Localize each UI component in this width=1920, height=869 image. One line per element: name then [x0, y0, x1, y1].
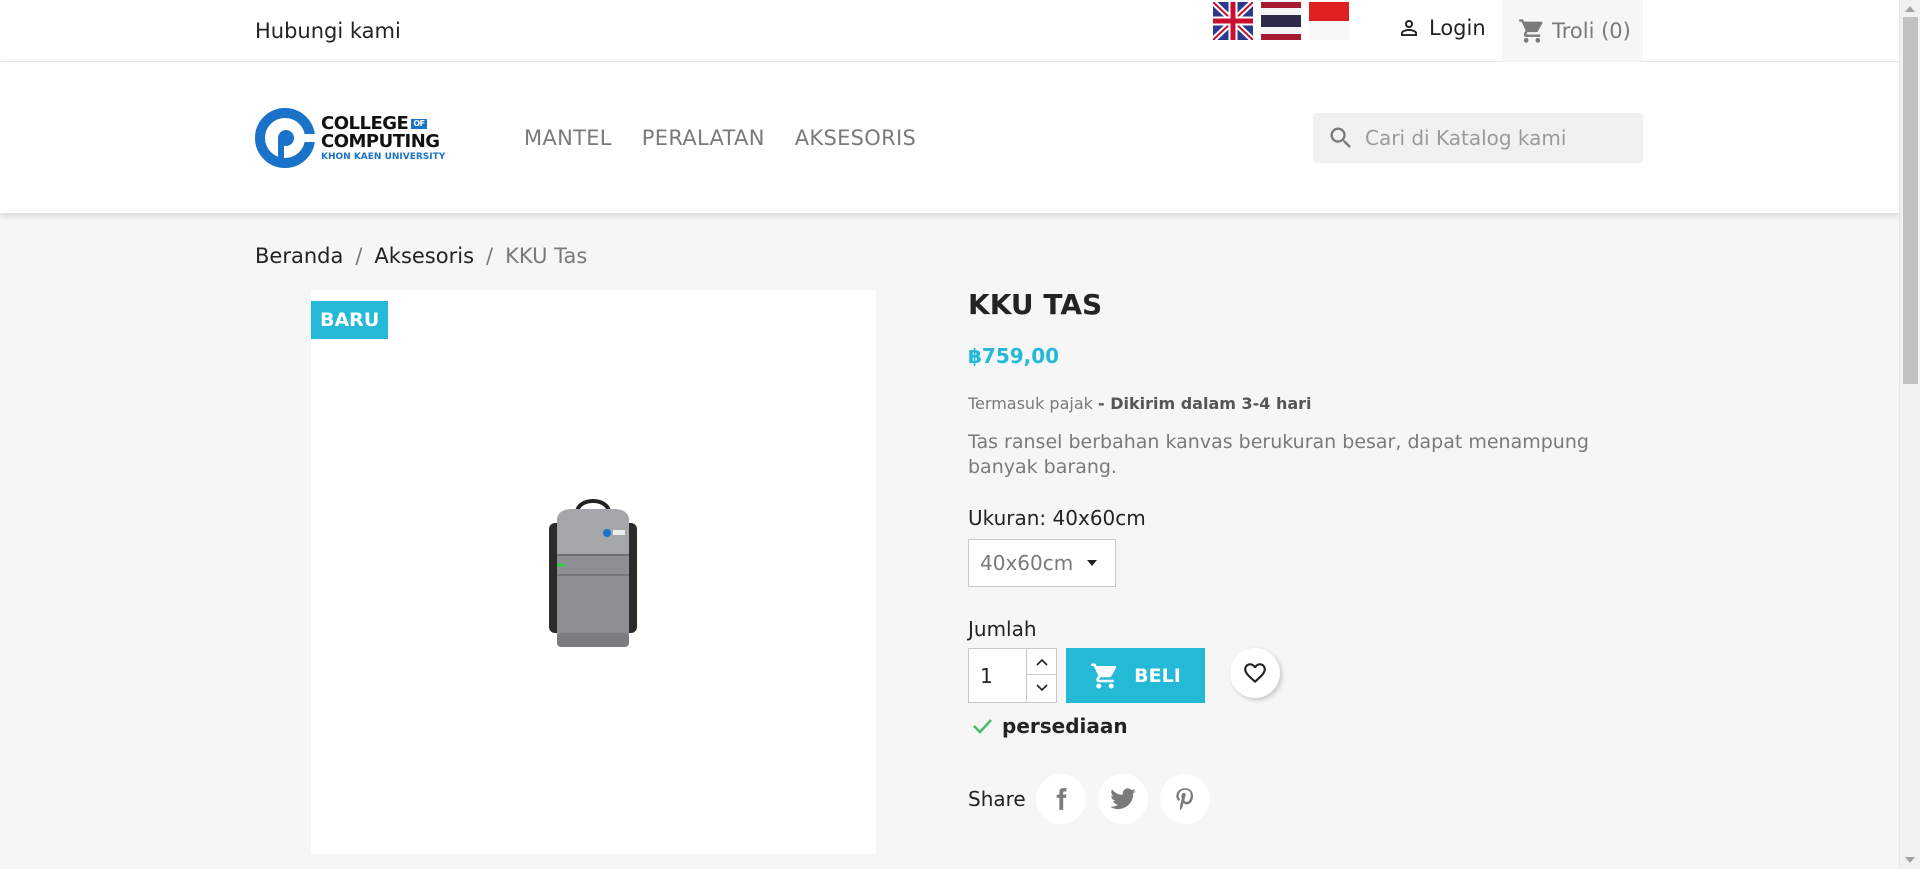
new-badge: BARU — [311, 301, 389, 339]
search-box — [1313, 113, 1643, 163]
cart-icon — [1091, 663, 1117, 688]
nav-item-peralatan[interactable]: PERALATAN — [642, 126, 765, 150]
breadcrumb-current: KKU Tas — [505, 244, 588, 268]
check-icon — [973, 719, 992, 734]
scrollbar-thumb[interactable] — [1903, 17, 1918, 384]
breadcrumb-category[interactable]: Aksesoris — [374, 244, 474, 268]
share-twitter-button[interactable] — [1097, 774, 1148, 824]
caret-down-icon — [1087, 560, 1097, 566]
chevron-down-icon — [1035, 684, 1048, 692]
share-facebook-button[interactable] — [1035, 774, 1086, 824]
logo-line2: COMPUTING — [321, 130, 440, 152]
language-selector — [1213, 2, 1349, 40]
size-label: Ukuran: 40x60cm — [968, 506, 1146, 530]
breadcrumb: Beranda / Aksesoris / KKU Tas — [255, 244, 587, 268]
flag-uk-icon[interactable] — [1213, 2, 1253, 40]
product-image-panel[interactable]: BARU — [311, 290, 876, 854]
logo-line3: KHON KAEN UNIVERSITY — [321, 151, 446, 162]
quantity-spinner — [1026, 649, 1056, 702]
login-label: Login — [1429, 16, 1486, 40]
facebook-icon — [1056, 788, 1067, 810]
stock-status: persediaan — [970, 714, 1128, 738]
size-select[interactable]: 40x60cm — [968, 539, 1116, 587]
flag-indonesia-icon[interactable] — [1309, 2, 1349, 40]
user-icon — [1401, 20, 1417, 36]
buy-label: BELI — [1134, 664, 1181, 687]
logo-wordmark: COLLEGE OF COMPUTING KHON KAEN UNIVERSITY — [321, 112, 446, 162]
chevron-up-icon — [1035, 658, 1048, 666]
delivery-info: - Dikirim dalam 3-4 hari — [1097, 394, 1312, 413]
top-bar: Hubungi kami Login Troli (0) — [0, 0, 1899, 62]
quantity-input[interactable] — [969, 649, 1027, 702]
backpack-image — [549, 499, 637, 647]
scroll-down-arrow-icon[interactable] — [1905, 857, 1915, 863]
main-header: COLLEGE OF COMPUTING KHON KAEN UNIVERSITY… — [0, 62, 1899, 213]
flag-thailand-icon[interactable] — [1261, 2, 1301, 40]
college-logo-icon — [255, 108, 315, 168]
product-price: ฿759,00 — [968, 344, 1060, 368]
nav-item-mantel[interactable]: MANTEL — [524, 126, 612, 150]
quantity-increase-button[interactable] — [1027, 649, 1056, 675]
quantity-label: Jumlah — [968, 617, 1037, 641]
main-nav: MANTEL PERALATAN AKSESORIS — [524, 126, 916, 150]
product-title: KKU TAS — [968, 288, 1103, 321]
scroll-up-arrow-icon[interactable] — [1905, 6, 1915, 12]
quantity-decrease-button[interactable] — [1027, 675, 1056, 701]
wishlist-button[interactable] — [1230, 648, 1280, 698]
add-to-cart-button[interactable]: BELI — [1066, 648, 1205, 703]
logo-line1: COLLEGE — [321, 112, 409, 134]
site-logo[interactable]: COLLEGE OF COMPUTING KHON KAEN UNIVERSITY — [255, 108, 445, 168]
share-section: Share — [968, 774, 1210, 824]
login-link[interactable]: Login — [1397, 16, 1486, 40]
stock-label: persediaan — [1002, 714, 1128, 738]
logo-of: OF — [411, 118, 427, 129]
size-select-value: 40x60cm — [980, 551, 1074, 575]
search-icon[interactable] — [1327, 124, 1355, 152]
search-input[interactable] — [1365, 126, 1635, 150]
twitter-icon — [1109, 788, 1136, 810]
contact-link[interactable]: Hubungi kami — [255, 19, 401, 43]
breadcrumb-separator: / — [355, 244, 363, 268]
tax-label: Termasuk pajak — [968, 394, 1093, 413]
tax-info: Termasuk pajak - Dikirim dalam 3-4 hari — [968, 394, 1312, 413]
share-pinterest-button[interactable] — [1159, 774, 1210, 824]
breadcrumb-separator: / — [486, 244, 494, 268]
pinterest-icon — [1176, 788, 1193, 811]
heart-icon — [1244, 663, 1266, 684]
vertical-scrollbar[interactable] — [1899, 0, 1920, 869]
nav-item-aksesoris[interactable]: AKSESORIS — [795, 126, 916, 150]
share-label: Share — [968, 787, 1026, 811]
product-description: Tas ransel berbahan kanvas berukuran bes… — [968, 431, 1589, 478]
breadcrumb-home[interactable]: Beranda — [255, 244, 343, 268]
shopping-cart-icon — [1519, 19, 1543, 43]
cart-label: Troli (0) — [1552, 19, 1631, 43]
cart-button[interactable]: Troli (0) — [1502, 0, 1643, 62]
quantity-stepper — [968, 648, 1057, 703]
